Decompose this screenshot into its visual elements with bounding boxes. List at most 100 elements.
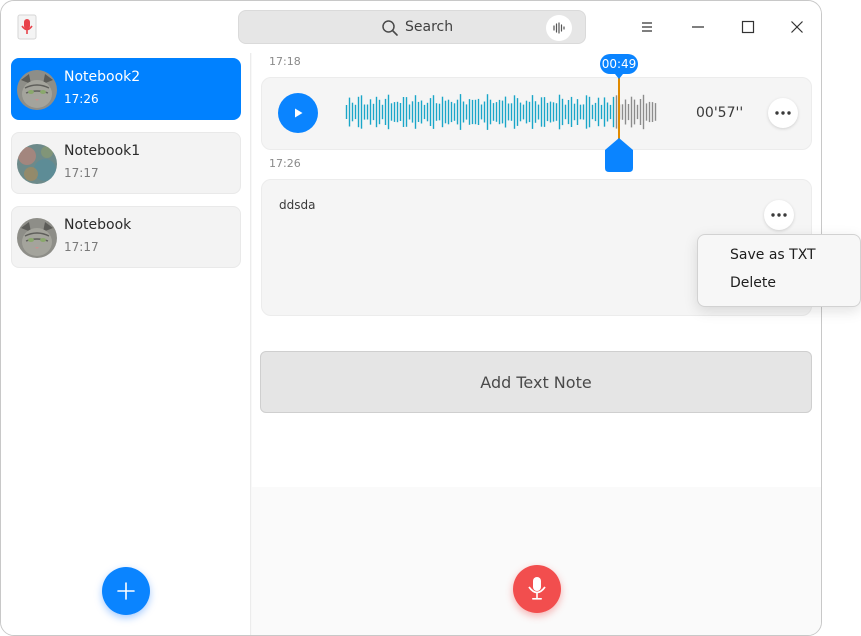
waveform-bar — [474, 99, 477, 125]
waveform-bar — [357, 96, 360, 128]
record-button[interactable] — [513, 565, 561, 613]
minimize-icon[interactable] — [685, 14, 711, 40]
waveform-bar — [642, 94, 645, 130]
menu-icon[interactable] — [634, 14, 660, 40]
waveform-bar — [591, 104, 594, 120]
menu-item-delete[interactable]: Delete — [730, 275, 776, 291]
playhead-line — [618, 77, 620, 143]
maximize-icon[interactable] — [735, 14, 761, 40]
waveform-bar — [528, 101, 531, 123]
waveform-bar — [549, 101, 552, 123]
waveform-bar — [471, 99, 474, 125]
waveform-bar — [423, 104, 426, 120]
playhead-time: 00:49 — [600, 54, 638, 79]
waveform-bar — [444, 100, 447, 124]
waveform-bar — [507, 103, 510, 121]
waveform-bar — [486, 94, 489, 130]
waveform-bar — [381, 104, 384, 120]
waveform-bar — [399, 103, 402, 121]
context-menu: Save as TXT Delete — [697, 234, 861, 307]
add-text-note-button[interactable]: Add Text Note — [260, 351, 812, 413]
waveform-bar — [552, 102, 555, 122]
search-box[interactable]: Search — [238, 10, 586, 44]
texture-avatar-icon — [17, 144, 57, 184]
waveform-bar — [396, 101, 399, 123]
waveform-bar — [624, 99, 627, 125]
waveform-bar — [456, 99, 459, 125]
sidebar-item-label: Notebook2 — [64, 69, 141, 85]
waveform-bar — [558, 94, 561, 130]
play-button[interactable] — [278, 93, 318, 133]
titlebar: Search — [1, 1, 821, 53]
search-placeholder: Search — [405, 19, 454, 35]
waveform-bar — [360, 95, 363, 129]
voice-input-icon[interactable] — [546, 15, 572, 41]
waveform-bar — [513, 95, 516, 129]
waveform-bar — [546, 102, 549, 122]
waveform-bar — [462, 101, 465, 123]
waveform-bar — [450, 101, 453, 123]
sidebar-item-label: Notebook1 — [64, 143, 141, 159]
voice-recorder-icon — [15, 14, 39, 40]
waveform-bar — [420, 100, 423, 124]
waveform-bar — [573, 103, 576, 121]
voice-note-more-button[interactable] — [768, 98, 798, 128]
menu-item-save-as-txt[interactable]: Save as TXT — [730, 247, 816, 263]
waveform-bar — [438, 103, 441, 121]
waveform-bar — [402, 97, 405, 127]
waveform-bar — [636, 104, 639, 120]
sidebar-item-time: 17:17 — [64, 166, 99, 180]
waveform-bar — [615, 95, 618, 129]
waveform-bar — [606, 102, 609, 122]
sidebar-item-notebook1[interactable]: Notebook1 17:17 — [11, 132, 241, 194]
close-icon[interactable] — [784, 14, 810, 40]
waveform-bar — [522, 104, 525, 120]
waveform-bar — [459, 94, 462, 130]
audio-waveform[interactable] — [345, 94, 657, 130]
waveform-bar — [504, 96, 507, 128]
waveform-bar — [447, 99, 450, 125]
waveform-bar — [369, 99, 372, 125]
waveform-bar — [654, 103, 657, 121]
voice-note-timestamp: 17:18 — [269, 55, 301, 68]
waveform-bar — [519, 102, 522, 122]
waveform-bar — [414, 95, 417, 129]
text-note-timestamp: 17:26 — [269, 157, 301, 170]
waveform-bar — [411, 101, 414, 123]
sidebar-item-notebook2[interactable]: Notebook2 17:26 — [11, 58, 241, 120]
voice-duration: 00'57'' — [696, 105, 744, 121]
waveform-bar — [627, 104, 630, 121]
waveform-bar — [465, 104, 468, 120]
waveform-bar — [645, 103, 648, 121]
waveform-bar — [612, 96, 615, 128]
sidebar-item-label: Notebook — [64, 217, 132, 233]
waveform-bar — [543, 97, 546, 127]
waveform-bar — [426, 102, 429, 122]
waveform-bar — [345, 105, 348, 119]
plus-icon — [117, 582, 135, 600]
waveform-bar — [468, 99, 471, 125]
text-note-more-button[interactable] — [764, 200, 794, 230]
waveform-bar — [393, 102, 396, 122]
playhead-handle[interactable] — [603, 136, 635, 174]
waveform-bar — [534, 101, 537, 123]
waveform-bar — [366, 104, 369, 120]
waveform-bar — [576, 99, 579, 125]
waveform-bar — [540, 97, 543, 127]
waveform-bar — [408, 104, 411, 120]
play-icon — [295, 108, 303, 118]
sidebar-item-notebook[interactable]: Notebook 17:17 — [11, 206, 241, 268]
cat-avatar-icon — [17, 218, 57, 258]
add-notebook-button[interactable] — [102, 567, 150, 615]
waveform-bar — [483, 101, 486, 123]
waveform-bar — [453, 103, 456, 121]
waveform-bar — [441, 96, 444, 128]
waveform-bar — [633, 99, 636, 125]
waveform-bar — [588, 96, 591, 128]
waveform-bar — [579, 104, 582, 120]
sidebar-item-time: 17:26 — [64, 92, 99, 106]
waveform-bar — [480, 104, 483, 120]
voice-note-card: 00'57'' — [261, 77, 812, 150]
waveform-bar — [609, 104, 612, 120]
waveform-bar — [561, 98, 564, 126]
